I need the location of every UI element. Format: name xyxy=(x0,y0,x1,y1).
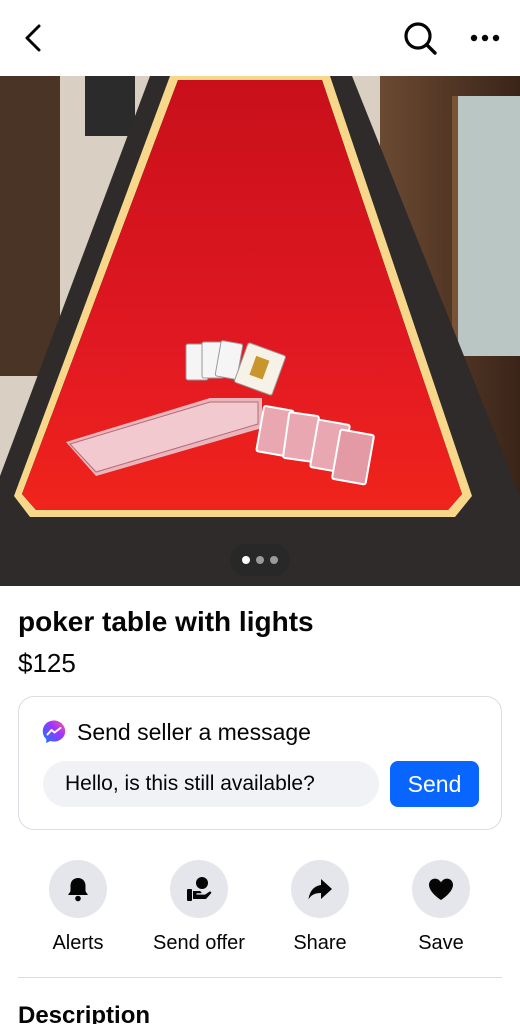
search-button[interactable] xyxy=(400,18,440,58)
share-button[interactable] xyxy=(291,860,349,918)
offer-hand-icon xyxy=(187,877,212,901)
save-label: Save xyxy=(418,932,464,954)
share-label: Share xyxy=(293,932,347,954)
more-horizontal-icon xyxy=(470,34,500,42)
listing-price: $125 xyxy=(18,648,76,678)
more-options-button[interactable] xyxy=(464,20,506,56)
chevron-left-icon xyxy=(25,24,41,52)
message-card-title: Send seller a message xyxy=(77,719,311,745)
message-input[interactable]: Hello, is this still available? xyxy=(43,761,379,807)
bell-icon xyxy=(68,878,88,902)
listing-title: poker table with lights xyxy=(18,606,314,637)
alerts-label: Alerts xyxy=(52,932,104,954)
heart-icon xyxy=(429,878,453,900)
message-seller-card: Send seller a message Hello, is this sti… xyxy=(18,696,502,830)
description-heading: Description xyxy=(18,1002,151,1024)
save-action[interactable]: Save xyxy=(381,858,501,958)
share-arrow-icon xyxy=(308,879,332,900)
section-divider xyxy=(18,977,502,978)
listing-photo[interactable] xyxy=(0,76,520,586)
search-icon xyxy=(404,22,437,55)
messenger-icon xyxy=(42,720,66,744)
top-bar xyxy=(0,0,520,76)
alerts-action[interactable]: Alerts xyxy=(18,858,138,958)
photo-page-indicator xyxy=(230,544,290,576)
send-offer-button[interactable] xyxy=(170,860,228,918)
send-offer-label: Send offer xyxy=(153,932,245,954)
back-button[interactable] xyxy=(16,20,52,56)
page-dot-2 xyxy=(256,556,264,564)
poker-table-photo xyxy=(0,76,520,586)
alerts-button[interactable] xyxy=(49,860,107,918)
send-button[interactable]: Send xyxy=(390,761,479,807)
save-button[interactable] xyxy=(412,860,470,918)
page-dot-1 xyxy=(242,556,250,564)
send-offer-action[interactable]: Send offer xyxy=(139,858,259,958)
page-dot-3 xyxy=(270,556,278,564)
share-action[interactable]: Share xyxy=(260,858,380,958)
